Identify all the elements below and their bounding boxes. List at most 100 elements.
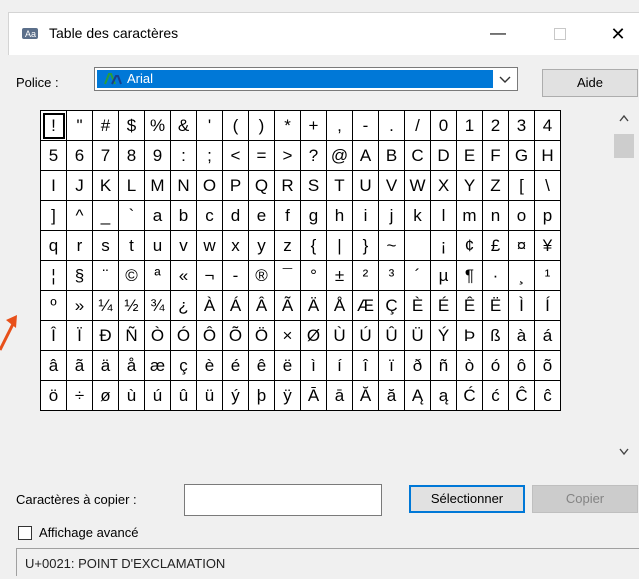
character-cell[interactable]: µ	[430, 260, 457, 291]
character-cell[interactable]: û	[170, 380, 197, 411]
character-cell[interactable]: 9	[144, 140, 171, 171]
character-cell[interactable]: {	[300, 230, 327, 261]
character-cell[interactable]: #	[92, 110, 119, 141]
character-cell[interactable]: Ã	[274, 290, 301, 321]
character-cell[interactable]: .	[378, 110, 405, 141]
character-cell[interactable]: ¯	[274, 260, 301, 291]
character-cell[interactable]: v	[170, 230, 197, 261]
character-cell[interactable]: Ö	[248, 320, 275, 351]
character-cell[interactable]: à	[508, 320, 535, 351]
character-cell[interactable]: ±	[326, 260, 353, 291]
character-cell[interactable]: ]	[40, 200, 67, 231]
character-cell[interactable]: Ā	[300, 380, 327, 411]
character-cell[interactable]: ¢	[456, 230, 483, 261]
character-cell[interactable]: j	[378, 200, 405, 231]
character-cell[interactable]: ù	[118, 380, 145, 411]
character-cell[interactable]: ï	[378, 350, 405, 381]
character-cell[interactable]: ä	[92, 350, 119, 381]
character-cell[interactable]: þ	[248, 380, 275, 411]
chevron-down-icon[interactable]	[497, 71, 513, 87]
character-cell[interactable]: p	[534, 200, 561, 231]
chevron-down-icon[interactable]	[612, 444, 636, 462]
character-cell[interactable]: Â	[248, 290, 275, 321]
character-cell[interactable]: ö	[40, 380, 67, 411]
character-cell[interactable]: Í	[534, 290, 561, 321]
copy-button[interactable]: Copier	[532, 485, 638, 513]
character-cell[interactable]: G	[508, 140, 535, 171]
character-cell[interactable]: L	[118, 170, 145, 201]
character-cell[interactable]: å	[118, 350, 145, 381]
character-cell[interactable]: Þ	[456, 320, 483, 351]
character-cell[interactable]: C	[404, 140, 431, 171]
character-cell[interactable]: º	[40, 290, 67, 321]
character-cell[interactable]: Ð	[92, 320, 119, 351]
character-cell[interactable]: X	[430, 170, 457, 201]
character-cell[interactable]: ¨	[92, 260, 119, 291]
character-cell[interactable]: ß	[482, 320, 509, 351]
character-cell[interactable]: ¿	[170, 290, 197, 321]
character-cell[interactable]: }	[352, 230, 379, 261]
character-cell[interactable]: Ñ	[118, 320, 145, 351]
character-cell[interactable]: ë	[274, 350, 301, 381]
character-cell[interactable]: Î	[40, 320, 67, 351]
character-cell[interactable]: Æ	[352, 290, 379, 321]
character-cell[interactable]: W	[404, 170, 431, 201]
character-cell[interactable]: ă	[378, 380, 405, 411]
character-cell[interactable]: |	[326, 230, 353, 261]
character-cell[interactable]: Ë	[482, 290, 509, 321]
character-cell[interactable]: ¥	[534, 230, 561, 261]
character-cell[interactable]: ¾	[144, 290, 171, 321]
character-cell[interactable]: "	[66, 110, 93, 141]
character-cell[interactable]: ?	[300, 140, 327, 171]
character-cell[interactable]: è	[196, 350, 223, 381]
character-cell[interactable]: i	[352, 200, 379, 231]
character-cell[interactable]: î	[352, 350, 379, 381]
character-cell[interactable]: g	[300, 200, 327, 231]
character-cell[interactable]: <	[222, 140, 249, 171]
character-cell[interactable]: Õ	[222, 320, 249, 351]
character-cell[interactable]: q	[40, 230, 67, 261]
character-cell[interactable]: ,	[326, 110, 353, 141]
character-cell[interactable]: R	[274, 170, 301, 201]
character-cell[interactable]: S	[300, 170, 327, 201]
character-cell[interactable]: ¹	[534, 260, 561, 291]
character-cell[interactable]: Ü	[404, 320, 431, 351]
character-cell[interactable]: ¶	[456, 260, 483, 291]
character-cell[interactable]: Å	[326, 290, 353, 321]
help-button[interactable]: Aide	[542, 69, 638, 97]
character-cell[interactable]: ø	[92, 380, 119, 411]
character-cell[interactable]: 2	[482, 110, 509, 141]
character-cell[interactable]: ~	[378, 230, 405, 261]
character-cell[interactable]: ñ	[430, 350, 457, 381]
scroll-thumb[interactable]	[614, 134, 634, 158]
character-cell[interactable]: D	[430, 140, 457, 171]
character-cell[interactable]: O	[196, 170, 223, 201]
character-cell[interactable]: £	[482, 230, 509, 261]
character-cell[interactable]: +	[300, 110, 327, 141]
character-cell[interactable]: ð	[404, 350, 431, 381]
character-cell[interactable]: >	[274, 140, 301, 171]
character-cell[interactable]: ý	[222, 380, 249, 411]
character-cell[interactable]: ê	[248, 350, 275, 381]
character-cell[interactable]: !	[40, 110, 67, 141]
character-cell[interactable]: Ä	[300, 290, 327, 321]
character-cell[interactable]: -	[222, 260, 249, 291]
character-cell[interactable]: ą	[430, 380, 457, 411]
character-cell[interactable]: T	[326, 170, 353, 201]
character-cell[interactable]: É	[430, 290, 457, 321]
character-cell[interactable]: (	[222, 110, 249, 141]
character-cell[interactable]: Ì	[508, 290, 535, 321]
select-button[interactable]: Sélectionner	[409, 485, 525, 513]
character-cell[interactable]: 0	[430, 110, 457, 141]
character-cell[interactable]: Ć	[456, 380, 483, 411]
grid-scrollbar[interactable]	[612, 110, 636, 466]
character-cell[interactable]: «	[170, 260, 197, 291]
character-cell[interactable]: /	[404, 110, 431, 141]
character-cell[interactable]: h	[326, 200, 353, 231]
font-dropdown[interactable]: Arial	[94, 67, 518, 91]
character-cell[interactable]: $	[118, 110, 145, 141]
character-cell[interactable]: Ø	[300, 320, 327, 351]
character-cell[interactable]: l	[430, 200, 457, 231]
character-cell[interactable]: Ĉ	[508, 380, 535, 411]
character-cell[interactable]: m	[456, 200, 483, 231]
